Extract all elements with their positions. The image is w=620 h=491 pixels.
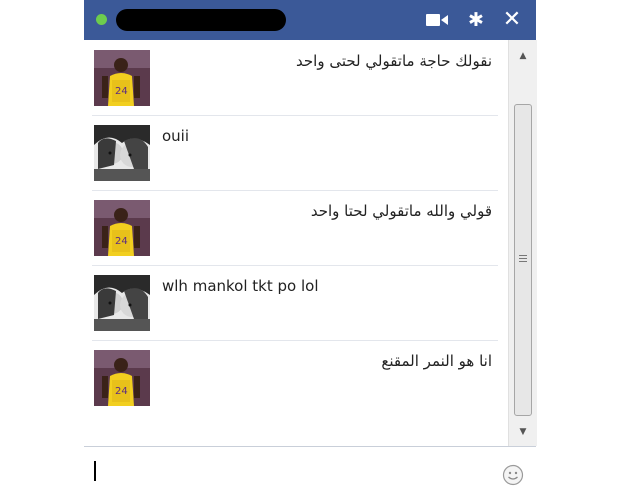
message-row: ouii (92, 115, 498, 191)
text-caret (94, 461, 96, 481)
avatar[interactable]: 24 (94, 50, 150, 106)
gear-icon[interactable]: ✱ (465, 9, 487, 31)
smiley-icon[interactable] (502, 464, 524, 486)
svg-text:24: 24 (115, 386, 128, 397)
message-text: نقولك حاجة ماتقولي لحتى واحد (296, 52, 492, 70)
scroll-thumb[interactable] (514, 104, 532, 416)
avatar[interactable]: 24 (94, 200, 150, 256)
message-list[interactable]: 24 نقولك حاجة ماتقولي لحتى واحد ouii 24 … (84, 40, 508, 446)
message-text: قولي والله ماتقولي لحتا واحد (310, 202, 492, 220)
avatar[interactable] (94, 125, 150, 181)
message-row: 24 نقولك حاجة ماتقولي لحتى واحد (92, 40, 498, 116)
svg-text:24: 24 (115, 236, 128, 247)
close-icon[interactable]: ✕ (501, 9, 523, 31)
scroll-down-button[interactable]: ▼ (509, 424, 537, 440)
scrollbar[interactable]: ▲ ▼ (508, 40, 537, 446)
avatar[interactable]: 24 (94, 350, 150, 406)
avatar[interactable] (94, 275, 150, 331)
message-text: wlh mankol tkt po lol (162, 277, 319, 295)
grip-icon (519, 255, 527, 264)
chat-titlebar[interactable]: ✱ ✕ (84, 0, 536, 40)
message-row: 24 قولي والله ماتقولي لحتا واحد (92, 190, 498, 266)
message-text: ouii (162, 127, 190, 145)
message-text: انا هو النمر المقنع (381, 352, 492, 370)
scroll-up-button[interactable]: ▲ (509, 48, 537, 64)
message-row: wlh mankol tkt po lol (92, 265, 498, 341)
message-composer[interactable] (84, 446, 536, 491)
svg-text:24: 24 (115, 86, 128, 97)
video-icon[interactable] (426, 9, 448, 31)
message-row: 24 انا هو النمر المقنع (92, 340, 498, 415)
chat-window: ✱ ✕ 24 نقولك حاجة ماتقولي لحتى واحد ouii… (84, 0, 537, 491)
online-status-icon (96, 14, 107, 25)
contact-name-redacted[interactable] (116, 9, 286, 31)
